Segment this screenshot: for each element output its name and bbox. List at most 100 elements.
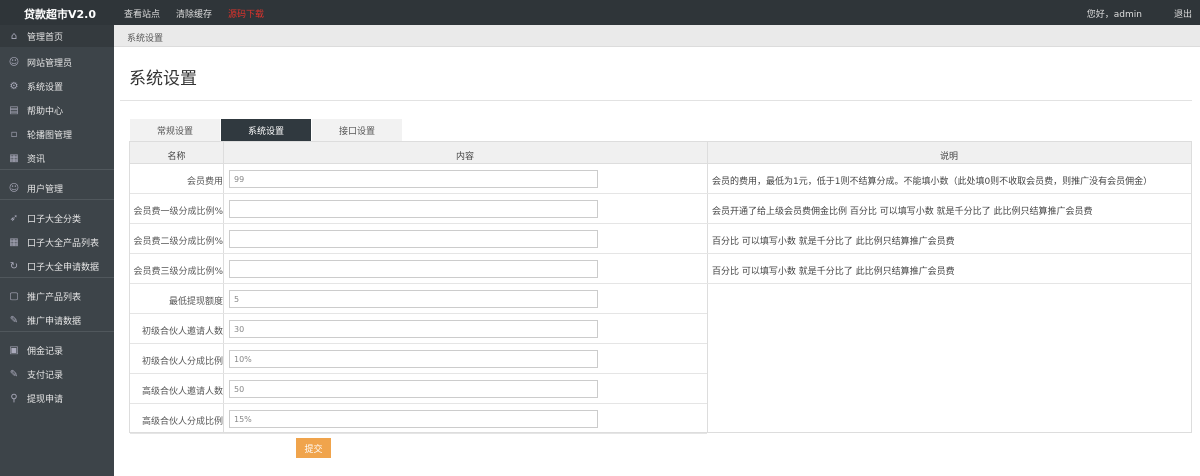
sidebar-item-label: 资讯 — [27, 154, 46, 165]
description-cell: 百分比 可以填写小数 就是千分比了 此比例只结算推广会员费 — [707, 254, 1191, 284]
refresh-icon: ↻ — [9, 260, 19, 272]
sidebar-item[interactable]: ↻ 口子大全申请数据 — [0, 255, 114, 277]
grid-icon: ▦ — [9, 236, 19, 248]
field-label: 会员费二级分成比例% — [133, 237, 223, 247]
sidebar-item-label: 推广申请数据 — [27, 316, 82, 327]
user-icon: ☺ — [8, 56, 20, 68]
table-row: 会员费三级分成比例% — [130, 254, 707, 284]
sidebar-item-label: 管理首页 — [27, 32, 64, 43]
page-title: 系统设置 — [129, 69, 197, 89]
sidebar-item-label: 佣金记录 — [27, 346, 64, 357]
app-title: 贷款超市V2.0 — [24, 8, 96, 21]
field-label: 会员费三级分成比例% — [133, 267, 223, 277]
header-content: 内容 — [455, 152, 474, 162]
sidebar-item-label: 口子大全申请数据 — [27, 262, 100, 273]
sidebar-item[interactable]: ➶ 口子大全分类 — [0, 207, 114, 229]
view-site-link[interactable]: 查看站点 — [124, 7, 160, 20]
top-nav: 查看站点 清除缓存 源码下载 — [124, 7, 264, 20]
users-icon: ☺ — [8, 182, 20, 194]
setting-input[interactable] — [229, 200, 598, 218]
logout-link[interactable]: 退出 — [1174, 7, 1192, 20]
field-label: 会员费用 — [186, 177, 223, 187]
table-row: 会员费一级分成比例% — [130, 194, 707, 224]
sidebar-item[interactable]: ☺ 用户管理 — [0, 177, 114, 199]
sidebar-item[interactable]: ✎ 支付记录 — [0, 363, 114, 385]
breadcrumb: 系统设置 — [114, 25, 1200, 47]
tab-general-settings[interactable]: 常规设置 — [130, 119, 220, 141]
field-label: 会员费一级分成比例% — [133, 207, 223, 217]
sidebar-item[interactable]: ▦ 口子大全产品列表 — [0, 231, 114, 253]
news-icon: ▦ — [9, 152, 19, 164]
sidebar-item[interactable]: ▫ 轮播图管理 — [0, 123, 114, 145]
sidebar-item[interactable]: ☺ 网站管理员 — [0, 51, 114, 73]
wallet-icon: ▣ — [9, 344, 19, 356]
list-icon: ▢ — [9, 290, 19, 302]
field-label: 高级合伙人分成比例 — [141, 417, 223, 427]
submit-button[interactable]: 提交 — [296, 438, 331, 458]
sidebar-item[interactable]: ⚲ 提现申请 — [0, 387, 114, 409]
sidebar-item-label: 帮助中心 — [27, 106, 64, 117]
source-download-link[interactable]: 源码下载 — [228, 7, 264, 20]
sidebar-item-label: 口子大全产品列表 — [27, 238, 100, 249]
description-text: 百分比 可以填写小数 就是千分比了 此比例只结算推广会员费 — [712, 237, 955, 247]
top-bar: 贷款超市V2.0 查看站点 清除缓存 源码下载 您好，admin 退出 — [0, 0, 1200, 25]
table-row: 会员费用 — [130, 164, 707, 194]
sidebar: ⌂ 管理首页 ☺ 网站管理员 ⚙ 系统设置 ▤ 帮助中心 ▫ 轮播图管理 ▦ 资讯 ☺ 用户管理 ➶ 口子大全… — [0, 25, 114, 476]
setting-input[interactable] — [229, 170, 598, 188]
sidebar-item[interactable]: ✎ 推广申请数据 — [0, 309, 114, 331]
pay-icon: ✎ — [9, 368, 19, 380]
table-header: 名称 内容 说明 — [130, 142, 1191, 164]
setting-input[interactable] — [229, 290, 598, 308]
table-row: 初级合伙人分成比例 — [130, 344, 707, 374]
sidebar-item-label: 用户管理 — [27, 184, 64, 195]
description-text: 会员的费用，最低为1元，低于1则不结算分成。不能填小数（此处填0则不收取会员费，… — [712, 177, 1153, 187]
field-label: 高级合伙人邀请人数 — [141, 387, 223, 397]
setting-input[interactable] — [229, 380, 598, 398]
field-label: 初级合伙人邀请人数 — [141, 327, 223, 337]
sidebar-item[interactable]: ▢ 推广产品列表 — [0, 285, 114, 307]
table-row: 高级合伙人邀请人数 — [130, 374, 707, 404]
edit-icon: ✎ — [9, 314, 19, 326]
sidebar-item[interactable]: ⚙ 系统设置 — [0, 75, 114, 97]
image-icon: ▫ — [10, 128, 18, 140]
setting-input[interactable] — [229, 350, 598, 368]
sidebar-divider — [0, 199, 114, 200]
setting-input[interactable] — [229, 230, 598, 248]
sidebar-item-label: 口子大全分类 — [27, 214, 82, 225]
title-divider — [120, 100, 1192, 101]
table-row: 初级合伙人邀请人数 — [130, 314, 707, 344]
settings-table: 名称 内容 说明 会员费用会员费一级分成比例% 会员费二级分成比例% 会员费三级分成… — [129, 141, 1192, 434]
setting-input[interactable] — [229, 410, 598, 428]
user-greeting: 您好，admin — [1086, 10, 1142, 20]
setting-input[interactable] — [229, 260, 598, 278]
description-cell: 会员开通了给上级会员费佣金比例 百分比 可以填写小数 就是千分比了 此比例只结算… — [707, 194, 1191, 224]
tab-interface-settings[interactable]: 接口设置 — [312, 119, 402, 141]
tab-system-settings[interactable]: 系统设置 — [221, 119, 311, 141]
field-label: 初级合伙人分成比例 — [141, 357, 223, 367]
send-icon: ➶ — [9, 212, 19, 224]
link-icon: ⚲ — [10, 392, 18, 404]
field-label: 最低提现额度 — [168, 297, 223, 307]
sidebar-divider — [0, 331, 114, 332]
table-row: 最低提现额度 — [130, 284, 707, 314]
breadcrumb-current: 系统设置 — [127, 34, 164, 44]
header-name: 名称 — [167, 152, 186, 162]
sidebar-item[interactable]: ⌂ 管理首页 — [0, 25, 114, 47]
sidebar-divider — [0, 169, 114, 170]
sidebar-item[interactable]: ▣ 佣金记录 — [0, 339, 114, 361]
sidebar-item[interactable]: ▤ 帮助中心 — [0, 99, 114, 121]
sidebar-item-label: 轮播图管理 — [27, 130, 73, 141]
home-icon: ⌂ — [10, 30, 18, 42]
sidebar-divider — [0, 277, 114, 278]
settings-tabs: 常规设置 系统设置 接口设置 — [130, 119, 403, 141]
description-text: 百分比 可以填写小数 就是千分比了 此比例只结算推广会员费 — [712, 267, 955, 277]
description-text: 会员开通了给上级会员费佣金比例 百分比 可以填写小数 就是千分比了 此比例只结算… — [712, 207, 1093, 217]
sidebar-item-label: 网站管理员 — [27, 58, 73, 69]
sidebar-item[interactable]: ▦ 资讯 — [0, 147, 114, 169]
table-row: 高级合伙人分成比例 — [130, 404, 707, 434]
clear-cache-link[interactable]: 清除缓存 — [176, 7, 212, 20]
sidebar-item-label: 推广产品列表 — [27, 292, 82, 303]
setting-input[interactable] — [229, 320, 598, 338]
table-row: 会员费二级分成比例% — [130, 224, 707, 254]
help-icon: ▤ — [9, 104, 19, 116]
